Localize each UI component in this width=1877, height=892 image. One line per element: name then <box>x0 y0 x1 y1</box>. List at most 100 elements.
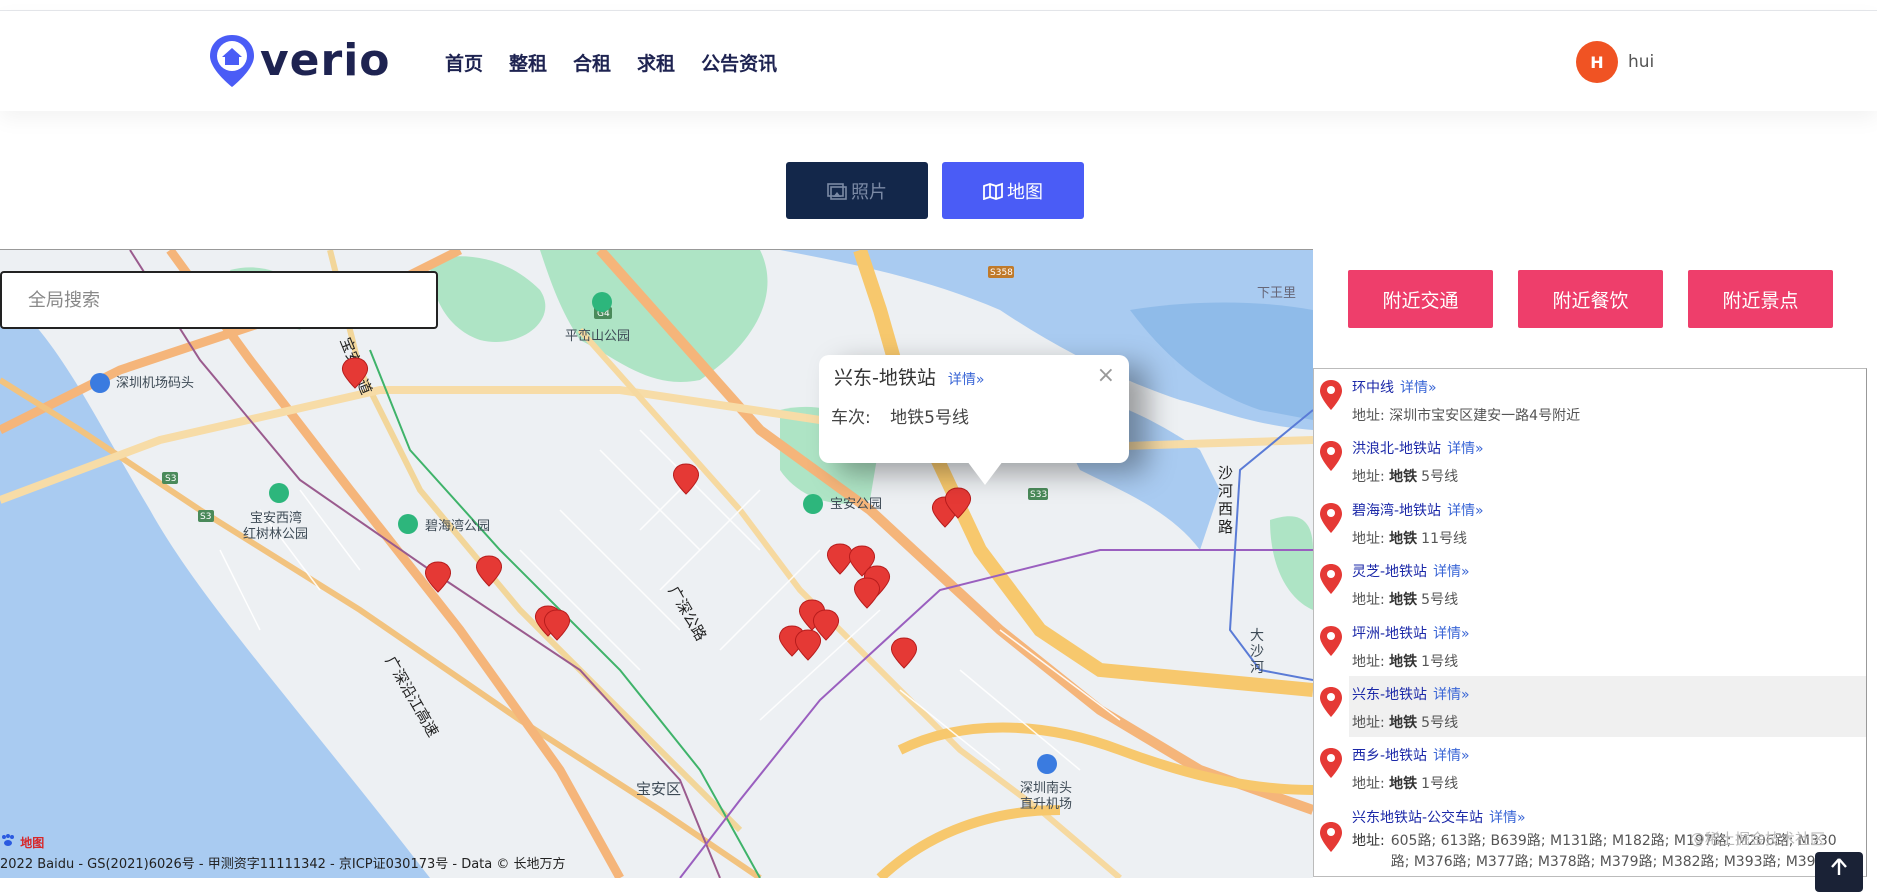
result-address-label: 地址: <box>1352 408 1385 424</box>
popup-title: 兴东-地铁站 <box>834 367 936 389</box>
result-details-link[interactable]: 详情» <box>1433 748 1470 764</box>
map-marker <box>891 637 917 669</box>
result-address-bold: 地铁 <box>1389 714 1418 731</box>
location-pin-icon <box>1320 625 1342 656</box>
result-address-bold: 地铁 <box>1389 592 1418 609</box>
map-icon <box>983 182 1003 200</box>
result-details-link[interactable]: 详情» <box>1433 564 1470 580</box>
search-input[interactable] <box>0 271 438 329</box>
result-address-bold: 地铁 <box>1389 776 1418 793</box>
popup-details-link[interactable]: 详情» <box>948 372 985 388</box>
photo-view-label: 照片 <box>851 181 887 203</box>
result-title[interactable]: 坪洲-地铁站 <box>1352 626 1427 642</box>
map-markers[interactable] <box>0 250 1313 878</box>
popup-title-row: 兴东-地铁站 详情» <box>834 363 984 390</box>
result-title[interactable]: 兴东-地铁站 <box>1352 687 1427 703</box>
result-details-link[interactable]: 详情» <box>1433 626 1470 642</box>
list-item[interactable]: 碧海湾-地铁站 详情» 地址: 地铁 11号线 <box>1314 492 1866 553</box>
result-title[interactable]: 环中线 <box>1352 380 1394 396</box>
popup-pointer <box>967 461 1003 485</box>
arrow-up-icon <box>1831 858 1847 875</box>
nav-whole-rent[interactable]: 整租 <box>509 49 547 76</box>
user-menu[interactable]: H hui <box>1576 41 1654 83</box>
map-marker <box>342 357 368 389</box>
result-title[interactable]: 西乡-地铁站 <box>1352 748 1427 764</box>
popup-label: 车次: <box>831 408 871 428</box>
location-pin-icon <box>1320 821 1342 852</box>
result-details-link[interactable]: 详情» <box>1447 441 1484 457</box>
image-icon <box>827 182 847 200</box>
list-item[interactable]: 坪洲-地铁站 详情» 地址: 地铁 1号线 <box>1314 615 1866 676</box>
photo-view-button[interactable]: 照片 <box>786 162 928 219</box>
list-item[interactable]: 灵芝-地铁站 详情» 地址: 地铁 5号线 <box>1314 553 1866 614</box>
map-view-label: 地图 <box>1007 181 1043 203</box>
location-pin-icon <box>1320 441 1342 472</box>
result-address: 5号线 <box>1421 592 1459 609</box>
result-address-bold: 地铁 <box>1389 530 1418 547</box>
username[interactable]: hui <box>1628 52 1654 72</box>
baidu-map-logo-text: 地图 <box>20 836 45 850</box>
result-address-label: 地址: <box>1352 469 1385 486</box>
location-pin-icon <box>1320 564 1342 595</box>
result-title[interactable]: 碧海湾-地铁站 <box>1352 503 1441 519</box>
map-marker <box>425 561 451 593</box>
home-pin-logo-icon <box>210 35 254 87</box>
result-title[interactable]: 洪浪北-地铁站 <box>1352 441 1441 457</box>
main-nav: 首页 整租 合租 求租 公告资讯 <box>445 49 803 76</box>
result-details-link[interactable]: 详情» <box>1489 810 1526 826</box>
map-credit: 2022 Baidu - GS(2021)6026号 - 甲测资字1111134… <box>0 857 566 872</box>
result-address-label: 地址: <box>1352 714 1385 731</box>
result-address-bold: 地铁 <box>1389 469 1418 486</box>
result-details-link[interactable]: 详情» <box>1400 380 1437 396</box>
site-header: verio 首页 整租 合租 求租 公告资讯 H hui <box>0 11 1877 111</box>
nav-announcements[interactable]: 公告资讯 <box>701 49 777 76</box>
result-title[interactable]: 灵芝-地铁站 <box>1352 564 1427 580</box>
map-canvas[interactable]: 平峦山公园 深圳机场码头 宝安西湾 红树林公园 碧海湾公园 宝安公园 下王里 深… <box>0 249 1313 878</box>
nearby-buttons: 附近交通 附近餐饮 附近景点 <box>1348 270 1858 328</box>
result-address-label: 地址: <box>1352 832 1385 849</box>
popup-close-icon[interactable]: × <box>1097 363 1115 388</box>
logo-text: verio <box>260 35 391 86</box>
nav-wanted[interactable]: 求租 <box>637 49 675 76</box>
result-details-link[interactable]: 详情» <box>1433 687 1470 703</box>
watermark: @稀土掘金技术社区 <box>1690 830 1826 848</box>
result-address: 1号线 <box>1421 653 1459 670</box>
map-marker <box>795 629 821 661</box>
map-marker <box>476 555 502 587</box>
popup-body: 车次: 地铁5号线 <box>831 403 969 428</box>
nav-home[interactable]: 首页 <box>445 49 483 76</box>
popup-value: 地铁5号线 <box>890 408 969 428</box>
view-toggle: 照片 地图 <box>786 162 1084 219</box>
list-item-selected[interactable]: 兴东-地铁站 详情» 地址: 地铁 5号线 <box>1320 675 1866 738</box>
scroll-to-top-button[interactable] <box>1815 852 1863 892</box>
nav-shared-rent[interactable]: 合租 <box>573 49 611 76</box>
result-address: 5号线 <box>1421 714 1459 731</box>
map-view-button[interactable]: 地图 <box>942 162 1084 219</box>
result-title[interactable]: 兴东地铁站-公交车站 <box>1352 810 1483 826</box>
list-item[interactable]: 洪浪北-地铁站 详情» 地址: 地铁 5号线 <box>1314 430 1866 491</box>
baidu-map-logo[interactable]: 地图 <box>0 833 44 851</box>
nearby-attractions-button[interactable]: 附近景点 <box>1688 270 1833 328</box>
result-address: 5号线 <box>1421 469 1459 486</box>
nearby-dining-button[interactable]: 附近餐饮 <box>1518 270 1663 328</box>
result-address-label: 地址: <box>1352 530 1385 547</box>
result-address: 11号线 <box>1421 530 1467 547</box>
location-pin-icon <box>1320 686 1342 717</box>
location-pin-icon <box>1320 502 1342 533</box>
result-address-bold: 地铁 <box>1389 653 1418 670</box>
result-address: 1号线 <box>1421 776 1459 793</box>
site-logo[interactable]: verio <box>208 33 391 89</box>
avatar[interactable]: H <box>1576 41 1618 83</box>
list-item[interactable]: 西乡-地铁站 详情» 地址: 地铁 1号线 <box>1314 737 1866 798</box>
map-marker <box>827 543 853 575</box>
nearby-results-list[interactable]: 环中线 详情» 地址: 深圳市宝安区建安一路4号附近 洪浪北-地铁站 详情» 地址:… <box>1313 368 1867 877</box>
map-marker <box>673 463 699 495</box>
nearby-transport-button[interactable]: 附近交通 <box>1348 270 1493 328</box>
location-pin-icon <box>1320 380 1342 410</box>
list-item[interactable]: 环中线 详情» 地址: 深圳市宝安区建安一路4号附近 <box>1314 369 1866 430</box>
result-address: 深圳市宝安区建安一路4号附近 <box>1389 408 1581 424</box>
result-address-label: 地址: <box>1352 653 1385 670</box>
result-details-link[interactable]: 详情» <box>1447 503 1484 519</box>
result-address-label: 地址: <box>1352 776 1385 793</box>
result-address-label: 地址: <box>1352 592 1385 609</box>
